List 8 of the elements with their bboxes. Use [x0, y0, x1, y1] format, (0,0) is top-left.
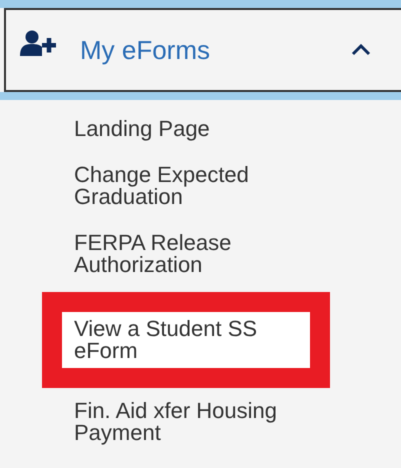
menu-link[interactable]: View a Student SS eForm [74, 312, 304, 368]
menu-link[interactable]: Fin. Aid xfer Housing Payment [74, 392, 310, 460]
menu-link[interactable]: Change Expected Graduation [74, 156, 310, 224]
menu-link[interactable]: Landing Page [74, 110, 310, 156]
menu-link[interactable]: FERPA Release Authorization [74, 224, 310, 292]
chevron-icon [351, 44, 371, 56]
add-user-icon [20, 30, 58, 56]
accordion-header[interactable]: My eForms [4, 8, 401, 92]
